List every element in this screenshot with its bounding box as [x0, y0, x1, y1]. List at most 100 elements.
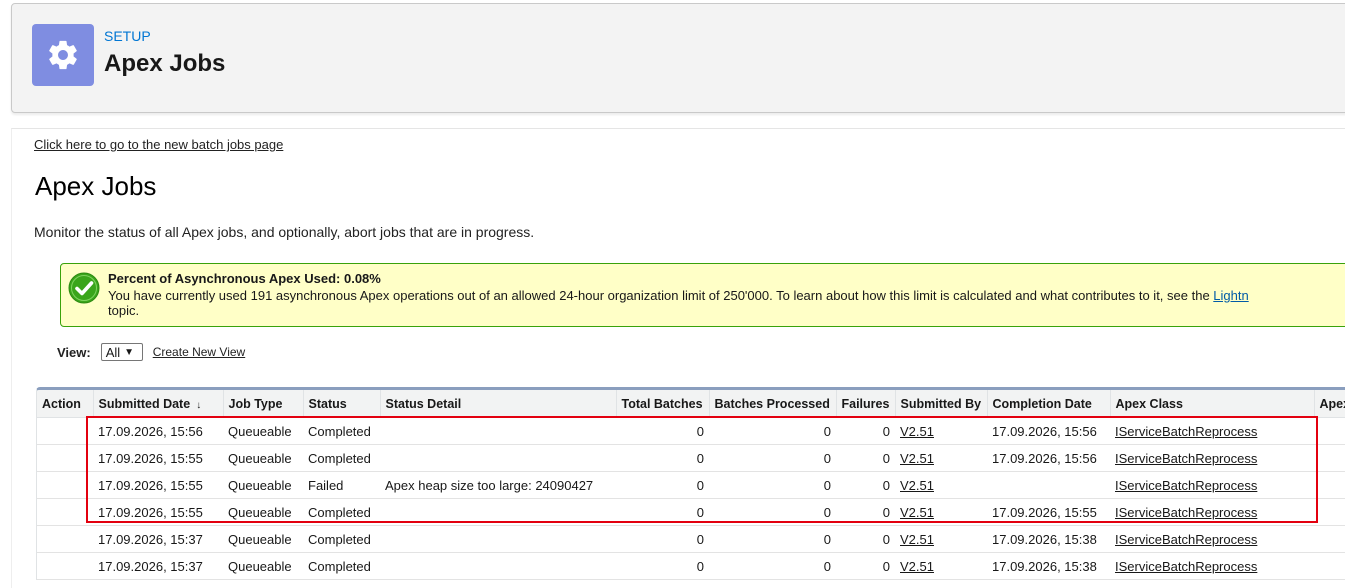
new-batch-jobs-link[interactable]: Click here to go to the new batch jobs p… [34, 137, 283, 152]
submitted-by-link[interactable]: V2.51 [900, 559, 934, 574]
cell-total-batches: 0 [616, 498, 709, 526]
table-row: 17.09.2026, 15:37 Queueable Completed 0 … [37, 552, 1345, 580]
cell-status: Completed [303, 417, 380, 445]
cell-action [37, 498, 93, 526]
apex-class-link[interactable]: IServiceBatchReprocess [1115, 505, 1257, 520]
submitted-by-link[interactable]: V2.51 [900, 532, 934, 547]
table-row: 17.09.2026, 15:56 Queueable Completed 0 … [37, 417, 1345, 445]
cell-batches-processed: 0 [709, 471, 836, 499]
cell-status-detail [380, 417, 616, 445]
info-heading: Percent of Asynchronous Apex Used: 0.08% [108, 271, 381, 286]
cell-completion-date [987, 471, 1110, 499]
cell-job-type: Queueable [223, 552, 303, 580]
content-title: Apex Jobs [35, 171, 157, 201]
cell-action [37, 525, 93, 553]
apex-class-link[interactable]: IServiceBatchReprocess [1115, 532, 1257, 547]
col-batches-processed[interactable]: Batches Processed [709, 390, 837, 418]
create-new-view-link[interactable]: Create New View [153, 345, 245, 359]
view-select[interactable]: All ▼ [100, 343, 143, 361]
cell-apex-more [1314, 525, 1345, 553]
cell-apex-more [1314, 498, 1345, 526]
cell-completion-date: 17.09.2026, 15:38 [987, 552, 1110, 580]
cell-batches-processed: 0 [709, 498, 836, 526]
col-status[interactable]: Status [303, 390, 381, 418]
apex-class-link[interactable]: IServiceBatchReprocess [1115, 559, 1257, 574]
submitted-by-link[interactable]: V2.51 [900, 478, 934, 493]
cell-apex-class: IServiceBatchReprocess [1110, 444, 1314, 472]
view-label: View: [57, 344, 91, 360]
table-header-row: Action Submitted Date ↓ Job Type Status S… [37, 390, 1345, 418]
cell-apex-class: IServiceBatchReprocess [1110, 552, 1314, 580]
breadcrumb: SETUP [104, 28, 151, 44]
col-action: Action [37, 390, 94, 418]
cell-submitted-by: V2.51 [895, 552, 987, 580]
col-apex-more[interactable]: Apex [1314, 390, 1345, 418]
cell-status-detail [380, 525, 616, 553]
cell-total-batches: 0 [616, 417, 709, 445]
async-usage-info-box: Percent of Asynchronous Apex Used: 0.08%… [60, 263, 1345, 327]
cell-batches-processed: 0 [709, 417, 836, 445]
submitted-by-link[interactable]: V2.51 [900, 424, 934, 439]
cell-submitted-by: V2.51 [895, 525, 987, 553]
cell-failures: 0 [836, 498, 895, 526]
cell-apex-class: IServiceBatchReprocess [1110, 498, 1314, 526]
col-submitted-date-label: Submitted Date [98, 396, 191, 411]
cell-job-type: Queueable [223, 498, 303, 526]
cell-status-detail [380, 498, 616, 526]
info-text: You have currently used 191 asynchronous… [108, 288, 1345, 318]
cell-submitted-date: 17.09.2026, 15:55 [93, 471, 223, 499]
col-completion-date[interactable]: Completion Date [987, 390, 1111, 418]
apex-class-link[interactable]: IServiceBatchReprocess [1115, 424, 1257, 439]
col-total-batches[interactable]: Total Batches [616, 390, 710, 418]
cell-completion-date: 17.09.2026, 15:56 [987, 444, 1110, 472]
col-status-detail[interactable]: Status Detail [380, 390, 617, 418]
cell-failures: 0 [836, 552, 895, 580]
cell-total-batches: 0 [616, 471, 709, 499]
cell-batches-processed: 0 [709, 552, 836, 580]
cell-completion-date: 17.09.2026, 15:38 [987, 525, 1110, 553]
submitted-by-link[interactable]: V2.51 [900, 451, 934, 466]
cell-failures: 0 [836, 525, 895, 553]
cell-apex-class: IServiceBatchReprocess [1110, 471, 1314, 499]
page-title: Apex Jobs [104, 50, 226, 77]
cell-submitted-date: 17.09.2026, 15:37 [93, 552, 223, 580]
cell-status-detail [380, 444, 616, 472]
cell-status: Completed [303, 444, 380, 472]
info-text-tail: topic. [108, 303, 140, 318]
col-job-type[interactable]: Job Type [223, 390, 304, 418]
check-circle-icon [68, 272, 100, 309]
cell-submitted-by: V2.51 [895, 417, 987, 445]
cell-action [37, 417, 93, 445]
cell-total-batches: 0 [616, 525, 709, 553]
cell-status: Failed [303, 471, 380, 499]
cell-job-type: Queueable [223, 417, 303, 445]
table-row: 17.09.2026, 15:37 Queueable Completed 0 … [37, 525, 1345, 553]
cell-action [37, 444, 93, 472]
table-row: 17.09.2026, 15:55 Queueable Failed Apex … [37, 471, 1345, 499]
gear-icon [32, 24, 94, 86]
cell-action [37, 471, 93, 499]
cell-apex-more [1314, 417, 1345, 445]
cell-apex-more [1314, 471, 1345, 499]
col-apex-class[interactable]: Apex Class [1110, 390, 1315, 418]
page-header: SETUP Apex Jobs [11, 3, 1345, 113]
cell-completion-date: 17.09.2026, 15:55 [987, 498, 1110, 526]
cell-submitted-date: 17.09.2026, 15:55 [93, 498, 223, 526]
apex-class-link[interactable]: IServiceBatchReprocess [1115, 478, 1257, 493]
apex-class-link[interactable]: IServiceBatchReprocess [1115, 451, 1257, 466]
col-submitted-date[interactable]: Submitted Date ↓ [93, 390, 224, 418]
cell-status: Completed [303, 552, 380, 580]
col-submitted-by[interactable]: Submitted By [895, 390, 988, 418]
table-row: 17.09.2026, 15:55 Queueable Completed 0 … [37, 498, 1345, 526]
page-description: Monitor the status of all Apex jobs, and… [34, 224, 535, 240]
main-content: Click here to go to the new batch jobs p… [11, 128, 1345, 588]
cell-total-batches: 0 [616, 444, 709, 472]
cell-completion-date: 17.09.2026, 15:56 [987, 417, 1110, 445]
col-failures[interactable]: Failures [836, 390, 896, 418]
submitted-by-link[interactable]: V2.51 [900, 505, 934, 520]
cell-submitted-by: V2.51 [895, 498, 987, 526]
info-help-link[interactable]: Lightn [1213, 288, 1248, 303]
cell-failures: 0 [836, 444, 895, 472]
cell-job-type: Queueable [223, 444, 303, 472]
chevron-down-icon: ▼ [124, 346, 135, 358]
